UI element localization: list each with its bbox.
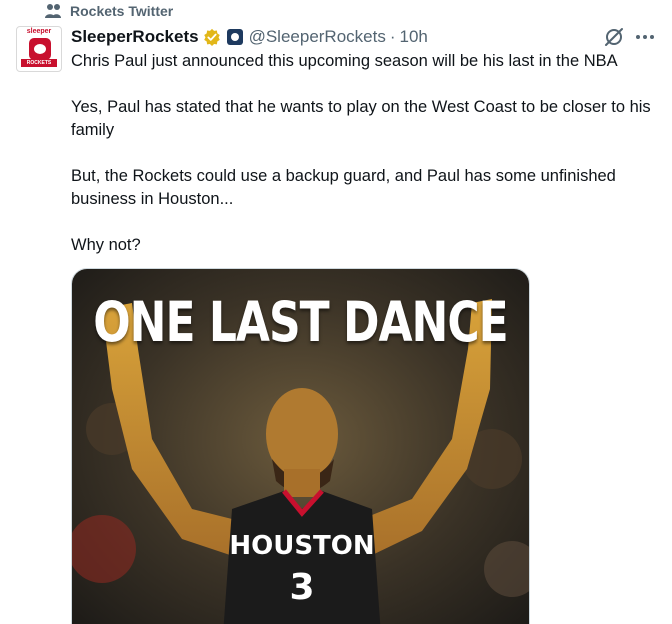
tweet-paragraph: Chris Paul just announced this upcoming … [71,52,618,70]
tweet-image[interactable]: HOUSTON 3 ONE LAST DANCE [71,268,530,624]
separator-dot: · [389,27,396,46]
tweet-text: Chris Paul just announced this upcoming … [71,50,661,257]
avatar[interactable]: sleeper ROCKETS [16,26,62,72]
avatar-top-text: sleeper [26,28,52,35]
community-label: Rockets Twitter [70,3,174,19]
tweet-paragraph: But, the Rockets could use a backup guar… [71,167,616,208]
avatar-logo [29,38,51,60]
tweet-header: SleeperRockets @SleeperRockets · 10h [71,26,428,48]
affiliate-badge-icon[interactable] [226,29,243,45]
display-name[interactable]: SleeperRockets [71,27,199,47]
verified-badge-icon[interactable] [203,28,221,46]
more-icon[interactable] [634,26,656,48]
image-caption: ONE LAST DANCE [93,291,508,355]
timestamp[interactable]: 10h [400,27,428,47]
grok-icon[interactable] [603,26,625,48]
social-context[interactable]: Rockets Twitter [44,2,173,20]
tweet-paragraph: Yes, Paul has stated that he wants to pl… [71,98,651,139]
jersey-number: 3 [289,567,314,608]
community-icon [45,4,61,18]
tweet-paragraph: Why not? [71,236,141,254]
jersey-text: HOUSTON [229,531,374,561]
avatar-bottom-text: ROCKETS [21,59,57,67]
user-handle[interactable]: @SleeperRockets [249,27,386,47]
